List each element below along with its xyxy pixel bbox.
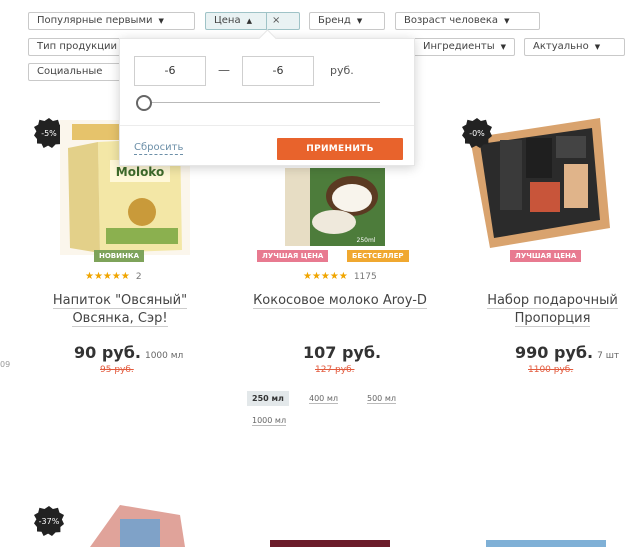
product-image-bottom-1[interactable] <box>80 505 190 547</box>
filter-product-type-label: Тип продукции <box>37 41 118 52</box>
old-price: 95 руб. <box>100 365 134 375</box>
badge-bestseller: Бестселлер <box>347 250 409 262</box>
apply-button[interactable]: ПРИМЕНИТЬ <box>277 138 403 160</box>
discount-badge: -37% <box>34 506 64 536</box>
price-slider-handle[interactable] <box>136 95 152 111</box>
close-icon: × <box>271 15 281 26</box>
chevron-up-icon: ▲ <box>246 17 252 25</box>
product-name[interactable]: Набор подарочный Пропорция <box>470 292 629 328</box>
price-slider-track[interactable] <box>138 102 380 103</box>
filter-price[interactable]: Цена ▲ × <box>205 12 300 30</box>
badge-new: Новинка <box>94 250 145 262</box>
product-image-bottom-3[interactable] <box>486 540 606 547</box>
product-price: 990 руб. 7 шт <box>515 343 620 362</box>
filter-popular[interactable]: Популярные первыми ▼ <box>28 12 195 30</box>
filter-brand[interactable]: Бренд ▼ <box>309 12 385 30</box>
chevron-down-icon: ▼ <box>500 43 506 51</box>
review-count: 2 <box>135 272 142 282</box>
filter-price-clear-button[interactable]: × <box>265 13 285 29</box>
volume-option-1000[interactable]: 1000 мл <box>247 413 291 428</box>
filter-ingredients-label: Ингредиенты <box>423 41 495 52</box>
rating: ★★★★★ 1175 <box>303 271 377 282</box>
filter-price-toggle[interactable]: Цена ▲ <box>206 13 260 29</box>
rating: ★★★★★ 2 <box>85 271 142 282</box>
filter-brand-label: Бренд <box>318 15 351 26</box>
badge-best-price: Лучшая цена <box>510 250 582 262</box>
old-price: 1100 руб. <box>528 365 574 375</box>
review-count: 1175 <box>353 272 377 282</box>
badge-best-price: Лучшая цена <box>257 250 329 262</box>
filter-price-label: Цена <box>214 15 241 26</box>
old-price: 127 руб. <box>315 365 355 375</box>
rating-stars: ★★★★★ <box>303 271 348 282</box>
chevron-down-icon: ▼ <box>594 43 601 51</box>
product-price: 90 руб. 1000 мл <box>74 343 184 362</box>
range-dash: — <box>218 63 230 77</box>
chevron-down-icon: ▼ <box>158 17 164 25</box>
filter-social-label: Социальные <box>37 66 103 77</box>
product-name[interactable]: Кокосовое молоко Aroy-D <box>240 292 440 310</box>
product-volume: 7 шт <box>597 351 620 361</box>
currency-unit: руб. <box>330 64 354 77</box>
chevron-down-icon: ▼ <box>356 17 363 25</box>
volume-option-400[interactable]: 400 мл <box>304 391 343 406</box>
price-filter-popup: -6 — -6 руб. Сбросить ПРИМЕНИТЬ <box>119 38 415 166</box>
product-volume: 1000 мл <box>144 351 184 361</box>
rating-stars: ★★★★★ <box>85 271 130 282</box>
product-name[interactable]: Напиток "Овсяный" Овсянка, Сэр! <box>30 292 210 328</box>
product-price: 107 руб. <box>303 343 382 362</box>
filter-popular-label: Популярные первыми <box>37 15 153 26</box>
svg-text:Moloko: Moloko <box>116 165 164 179</box>
chevron-down-icon: ▼ <box>504 17 510 25</box>
volume-option-250[interactable]: 250 мл <box>247 391 289 406</box>
filter-actual-label: Актуально <box>533 41 589 52</box>
divider <box>120 125 414 126</box>
price-min-input[interactable]: -6 <box>134 56 206 86</box>
price-max-input[interactable]: -6 <box>242 56 314 86</box>
volume-option-500[interactable]: 500 мл <box>362 391 401 406</box>
reset-button[interactable]: Сбросить <box>134 142 184 155</box>
filter-actual[interactable]: Актуально ▼ <box>524 38 625 56</box>
filter-age[interactable]: Возраст человека ▼ <box>395 12 540 30</box>
svg-text:250ml: 250ml <box>357 237 376 244</box>
product-image-bottom-2[interactable] <box>270 540 390 547</box>
product-image-coconut-milk[interactable]: 250ml <box>280 168 390 250</box>
filter-age-label: Возраст человека <box>404 15 499 26</box>
side-number: 09 <box>0 360 11 369</box>
